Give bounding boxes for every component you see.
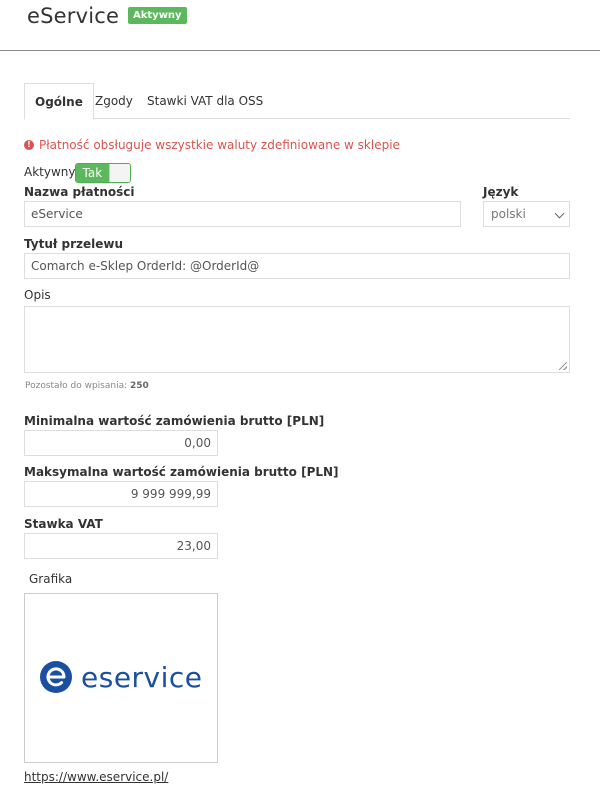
resize-handle-icon[interactable] xyxy=(559,362,567,370)
description-label: Opis xyxy=(24,288,51,302)
max-order-input[interactable]: 9 999 999,99 xyxy=(24,481,218,507)
transfer-title-input[interactable]: Comarch e-Sklep OrderId: @OrderId@ xyxy=(24,253,570,279)
graphic-preview[interactable]: eservice xyxy=(24,593,218,763)
tab-consents[interactable]: Zgody xyxy=(85,83,143,119)
min-order-input[interactable]: 0,00 xyxy=(24,430,218,456)
toggle-on-text: Tak xyxy=(76,164,109,182)
currency-alert: ! Płatność obsługuje wszystkie waluty zd… xyxy=(24,138,400,152)
vat-rate-input[interactable]: 23,00 xyxy=(24,533,218,559)
exclamation-circle-icon: ! xyxy=(24,140,34,150)
active-label: Aktywny xyxy=(24,165,76,179)
payment-name-input[interactable]: eService xyxy=(24,201,461,227)
description-textarea[interactable] xyxy=(24,306,570,373)
graphic-label: Grafika xyxy=(29,572,73,586)
language-selected: polski xyxy=(491,207,526,221)
max-order-label: Maksymalna wartość zamówienia brutto [PL… xyxy=(24,465,339,479)
page-title: eService xyxy=(27,4,120,28)
remaining-count: 250 xyxy=(130,381,149,391)
language-label: Język xyxy=(483,185,519,199)
toggle-knob xyxy=(108,164,130,182)
eservice-logo: eservice xyxy=(39,660,203,694)
chevron-down-icon xyxy=(554,208,565,219)
status-badge: Aktywny xyxy=(128,7,187,24)
remaining-label: Pozostało do wpisania: xyxy=(25,381,128,391)
vat-rate-label: Stawka VAT xyxy=(24,517,103,531)
alert-text: Płatność obsługuje wszystkie waluty zdef… xyxy=(39,138,400,152)
remaining-chars-hint: Pozostało do wpisania: 250 xyxy=(25,381,149,391)
transfer-title-label: Tytuł przelewu xyxy=(24,237,124,251)
tab-general[interactable]: Ogólne xyxy=(24,83,94,120)
tab-vat-oss[interactable]: Stawki VAT dla OSS xyxy=(137,83,273,119)
active-toggle[interactable]: Tak xyxy=(75,163,131,183)
language-select[interactable]: polski xyxy=(483,201,570,227)
min-order-label: Minimalna wartość zamówienia brutto [PLN… xyxy=(24,414,325,428)
logo-text: eservice xyxy=(81,660,203,694)
eservice-logo-icon xyxy=(40,661,72,693)
payment-name-label: Nazwa płatności xyxy=(24,185,135,199)
website-link[interactable]: https://www.eservice.pl/ xyxy=(24,770,168,784)
page-header: eService Aktywny xyxy=(0,0,600,51)
tab-bar: Ogólne Zgody Stawki VAT dla OSS xyxy=(24,83,570,120)
